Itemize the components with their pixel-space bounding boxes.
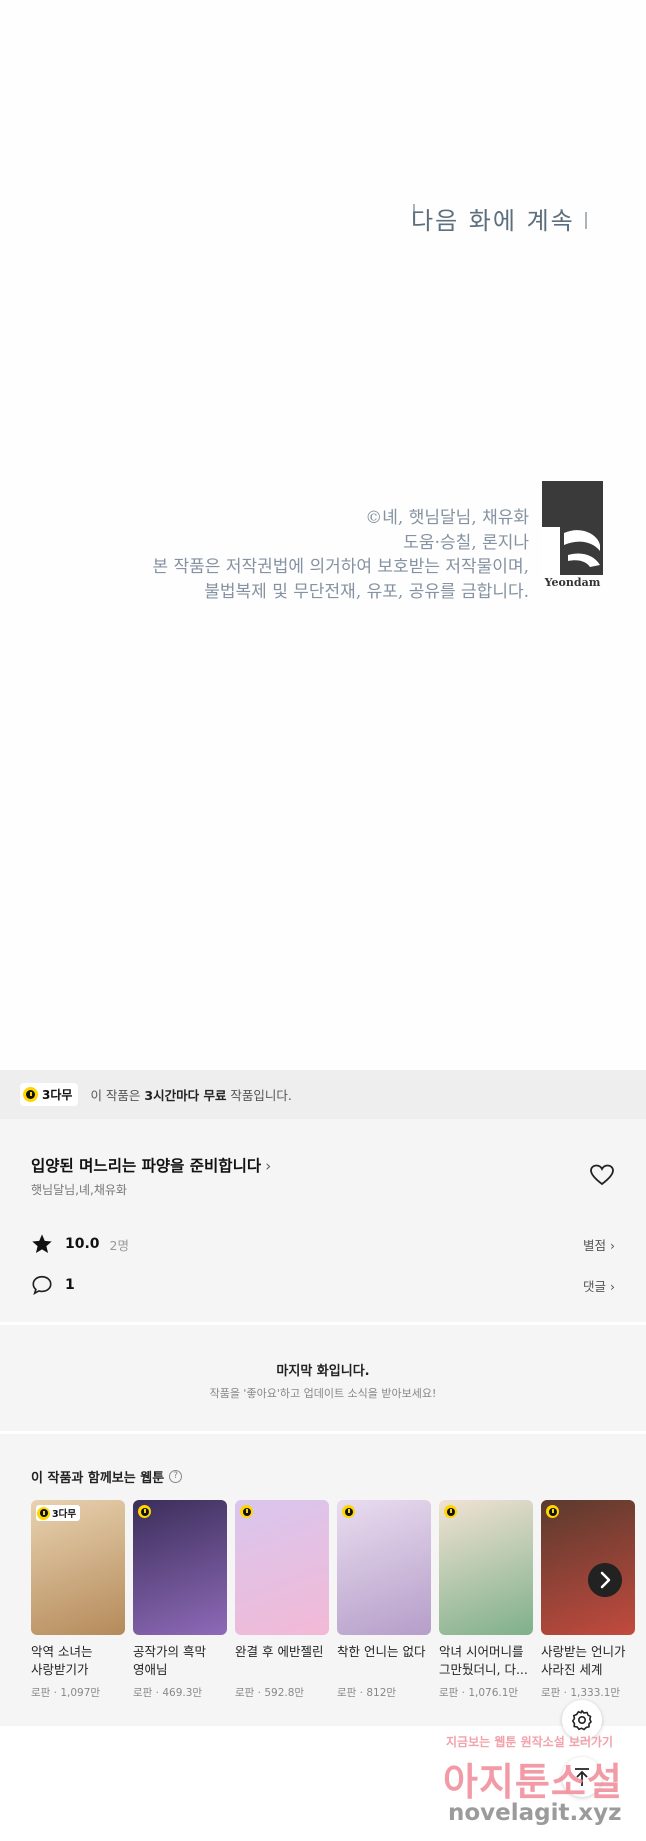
decor-bar-right xyxy=(585,212,587,229)
recommendation-meta: 로판 · 592.8만 xyxy=(235,1687,305,1699)
recommendation-title[interactable]: 악녀 시어머니를 그만뒀더니, 다... xyxy=(439,1643,533,1679)
recommendation-title[interactable]: 완결 후 에반젤린 xyxy=(235,1643,329,1679)
copyright-line: ©녜, 햇님달님, 채유화 xyxy=(365,508,529,528)
free-text-prefix: 이 작품은 xyxy=(90,1088,145,1103)
recommendation-thumbnail[interactable] xyxy=(235,1500,329,1635)
chevron-right-icon: › xyxy=(265,1157,272,1175)
recommendation-title[interactable]: 악역 소녀는 사랑받기가 부끄러... xyxy=(31,1643,125,1679)
free-text-suffix: 작품입니다. xyxy=(226,1088,292,1103)
clock-icon xyxy=(240,1505,253,1518)
comment-row: 1 댓글 › xyxy=(31,1272,615,1298)
star-icon xyxy=(32,1234,52,1253)
heart-outline-icon[interactable] xyxy=(590,1164,614,1186)
recommendations-heading-text: 이 작품과 함께보는 웹툰 xyxy=(31,1471,165,1486)
free-badge-label: 3다무 xyxy=(52,1509,77,1520)
watermark-line3: novelagit.xyz xyxy=(448,1800,622,1826)
work-title-link[interactable]: 입양된 며느리는 파양을 준비합니다 › xyxy=(31,1154,271,1176)
free-badge: 3다무 xyxy=(36,1505,81,1521)
recommendation-meta: 로판 · 1,097만 xyxy=(31,1687,101,1699)
recommendation-card[interactable]: 완결 후 에반젤린로판 · 592.8만 xyxy=(235,1500,329,1700)
recommendation-list: 3다무악역 소녀는 사랑받기가 부끄러... 로판 · 1,097만 공작가의 흑막… xyxy=(31,1500,635,1700)
rating-row: 10.0 2명 별점 › xyxy=(31,1231,615,1257)
recommendation-card[interactable]: 착한 언니는 없다로판 · 812만 xyxy=(337,1500,431,1700)
rating-value: 10.0 xyxy=(65,1236,100,1252)
logo-text: Yeondam xyxy=(544,576,601,589)
rating-count: 2명 xyxy=(109,1237,129,1253)
help-icon[interactable]: ? xyxy=(169,1470,183,1483)
site-watermark: 지금보는 웹툰 원작소설 보러가기 아지툰소설 novelagit.xyz xyxy=(440,1733,640,1828)
work-info: 입양된 며느리는 파양을 준비합니다 › 햇님달님,녜,채유화 10.0 2명 별… xyxy=(0,1119,646,1322)
recommendation-thumbnail[interactable] xyxy=(133,1500,227,1635)
clock-icon xyxy=(444,1505,457,1518)
recommendation-thumbnail[interactable] xyxy=(439,1500,533,1635)
last-episode-notice: 마지막 화입니다. 작품을 '좋아요'하고 업데이트 소식을 받아보세요! xyxy=(0,1325,646,1431)
free-text-bold: 3시간마다 무료 xyxy=(144,1088,227,1103)
watermark-line2: 아지툰소설 xyxy=(443,1760,623,1804)
watermark-line1: 지금보는 웹툰 원작소설 보러가기 xyxy=(446,1735,614,1749)
comment-link[interactable]: 댓글 › xyxy=(583,1276,615,1295)
recommendations-heading: 이 작품과 함께보는 웹툰 ? xyxy=(31,1467,183,1486)
recommendation-title[interactable]: 사랑받는 언니가 사라진 세계 xyxy=(541,1643,635,1679)
recommendation-title[interactable]: 공작가의 흑막 영애님 xyxy=(133,1643,227,1679)
recommendation-card[interactable]: 공작가의 흑막 영애님로판 · 469.3만 xyxy=(133,1500,227,1700)
clock-icon xyxy=(23,1087,38,1102)
next-episode-text: 다음 화에 계속 xyxy=(411,207,575,235)
copyright-line: 본 작품은 저작권법에 의거하여 보호받는 저작물이며, xyxy=(152,557,529,577)
last-episode-subtitle: 작품을 '좋아요'하고 업데이트 소식을 받아보세요! xyxy=(209,1387,437,1400)
recommendation-thumbnail[interactable]: 3다무 xyxy=(31,1500,125,1635)
recommendation-meta: 로판 · 812만 xyxy=(337,1687,397,1699)
recommendation-meta: 로판 · 1,076.1만 xyxy=(439,1687,519,1699)
recommendation-thumbnail[interactable] xyxy=(541,1500,635,1635)
recommendation-meta: 로판 · 1,333.1만 xyxy=(541,1687,621,1699)
copyright-notice: ©녜, 햇님달님, 채유화 도움·승칠, 론지나 본 작품은 저작권법에 의거하… xyxy=(152,506,529,604)
work-authors: 햇님달님,녜,채유화 xyxy=(31,1183,127,1197)
recommendation-card[interactable]: 악녀 시어머니를 그만뒀더니, 다... 로판 · 1,076.1만 xyxy=(439,1500,533,1700)
recommendation-thumbnail[interactable] xyxy=(337,1500,431,1635)
free-badge: 3다무 xyxy=(20,1083,79,1106)
recommendation-meta: 로판 · 469.3만 xyxy=(133,1687,203,1699)
clock-icon xyxy=(546,1505,559,1518)
copyright-line: 도움·승칠, 론지나 xyxy=(403,532,529,553)
yeondam-logo-mark xyxy=(542,481,603,575)
clock-icon xyxy=(138,1505,151,1518)
comment-count: 1 xyxy=(65,1277,75,1293)
recommendation-card[interactable]: 사랑받는 언니가 사라진 세계로판 · 1,333.1만 xyxy=(541,1500,635,1700)
free-badge-label: 3다무 xyxy=(42,1088,73,1102)
clock-icon xyxy=(342,1505,355,1518)
free-banner: 3다무 이 작품은 3시간마다 무료 작품입니다. xyxy=(0,1070,646,1119)
clock-icon xyxy=(37,1506,50,1520)
recommendation-title[interactable]: 착한 언니는 없다 xyxy=(337,1643,431,1679)
publisher-logo: Yeondam xyxy=(542,481,603,594)
recommendations: 이 작품과 함께보는 웹툰 ? 3다무악역 소녀는 사랑받기가 부끄러... 로판… xyxy=(0,1434,646,1726)
work-title: 입양된 며느리는 파양을 준비합니다 xyxy=(31,1157,262,1175)
last-episode-title: 마지막 화입니다. xyxy=(276,1364,370,1379)
recommendation-card[interactable]: 3다무악역 소녀는 사랑받기가 부끄러... 로판 · 1,097만 xyxy=(31,1500,125,1700)
comic-panel: 다음 화에 계속 ©녜, 햇님달님, 채유화 도움·승칠, 론지나 본 작품은 … xyxy=(0,0,646,1068)
copyright-line: 불법복제 및 무단전재, 유포, 공유를 금합니다. xyxy=(204,581,529,602)
rating-link[interactable]: 별점 › xyxy=(583,1235,615,1254)
speech-bubble-icon xyxy=(32,1275,52,1295)
chevron-right-icon[interactable] xyxy=(588,1563,622,1597)
